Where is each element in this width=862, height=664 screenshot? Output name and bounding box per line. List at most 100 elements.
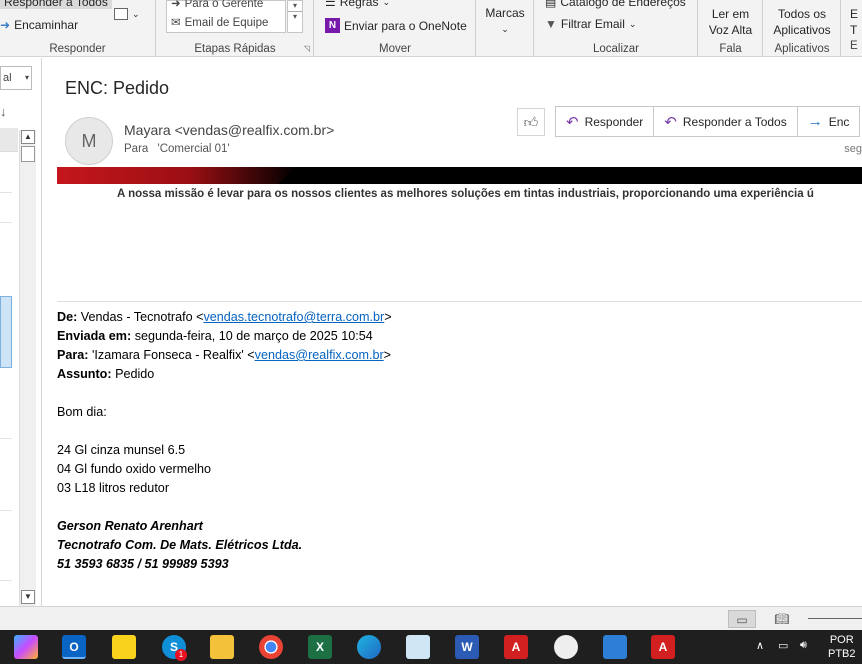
quick-step-team-email[interactable]: ✉ Email de Equipe (167, 15, 285, 31)
chrome-icon[interactable] (259, 635, 283, 659)
forward-icon: ➜ (0, 18, 11, 32)
onenote-button[interactable]: N Enviar para o OneNote (325, 18, 467, 33)
reply-all-label: Responder a Todos (682, 114, 787, 129)
status-bar: ▭ 📖︎ (0, 606, 862, 630)
avatar: M (65, 117, 113, 165)
quick-step-manager[interactable]: ➜ Para o Gerente (167, 0, 285, 12)
acrobat-reader-icon[interactable]: A (651, 635, 675, 659)
reply-button[interactable]: ↶ Responder (556, 107, 655, 136)
photos-icon[interactable] (603, 635, 627, 659)
control-panel-icon[interactable] (406, 635, 430, 659)
read-aloud-button[interactable]: Ler em Voz Alta (699, 6, 762, 38)
sent-label: Enviada em: (57, 329, 132, 343)
from-email-link[interactable]: vendas.tecnotrafo@terra.com.br (203, 310, 384, 324)
sort-arrow-icon[interactable]: ↓ (0, 104, 7, 119)
all-apps-button[interactable]: Todos os Aplicativos (764, 6, 840, 38)
expand-icon: ▾ (288, 11, 302, 22)
sent-date: seg (844, 143, 862, 155)
signature-name: Gerson Renato Arenhart (57, 519, 203, 533)
message-body: De: Vendas - Tecnotrafo <vendas.tecnotra… (57, 308, 392, 574)
volume-icon[interactable]: 🔊︎ (800, 639, 807, 652)
sender-name[interactable]: Mayara <vendas@realfix.com.br> (124, 122, 334, 138)
reply-all-button[interactable]: Responder a Todos (0, 0, 112, 9)
file-explorer-icon[interactable] (210, 635, 234, 659)
scroll-up-icon[interactable]: ▲ (21, 130, 35, 144)
subject-line: Assunto: Pedido (57, 365, 392, 384)
selected-message-item[interactable] (0, 296, 12, 368)
normal-view-icon[interactable]: ▭ (728, 610, 756, 628)
order-line: 04 Gl fundo oxido vermelho (57, 462, 212, 476)
recipient-line: Para 'Comercial 01' (124, 143, 230, 155)
copilot-icon[interactable] (14, 635, 38, 659)
scroll-down-icon[interactable]: ▼ (21, 590, 35, 604)
network-icon[interactable]: ▭ (778, 639, 788, 652)
read-aloud-label-2: Voz Alta (708, 23, 753, 37)
language-indicator[interactable]: POR PTB2 (828, 633, 856, 661)
message-subject: ENC: Pedido (65, 78, 170, 98)
sticky-notes-icon[interactable] (112, 635, 136, 659)
read-aloud-label-1: Ler em (711, 7, 750, 21)
scroll-down-icon: ▾ (292, 1, 297, 10)
outlook-icon[interactable]: O (62, 635, 86, 659)
group-quick-steps: ➜ Para o Gerente ✉ Email de Equipe ▾ ▾ E… (157, 0, 314, 57)
group-marcas: Marcas ⌄ (477, 0, 534, 57)
list-divider (0, 192, 12, 193)
forward-icon: → (807, 113, 823, 130)
reply-all-button[interactable]: ↶ Responder a Todos (654, 107, 798, 136)
scroll-thumb[interactable] (21, 146, 35, 162)
email-icon: ✉ (171, 17, 181, 29)
message-list-scrollbar[interactable]: ▲ ▼ (19, 130, 36, 606)
rules-label: Regras (339, 0, 379, 9)
forward-button[interactable]: → Enc (798, 107, 860, 136)
to-label: Para (124, 143, 149, 155)
from-name: Vendas - Tecnotrafo < (80, 310, 204, 324)
cut-off-label-2: T (850, 23, 858, 37)
group-label-aplicativos: Aplicativos (774, 43, 830, 55)
quick-steps-gallery: ➜ Para o Gerente ✉ Email de Equipe (166, 0, 286, 33)
network-app-icon[interactable] (554, 635, 578, 659)
chevron-down-icon: ⌄ (501, 24, 509, 34)
rules-button[interactable]: ☰ Regras ⌄ (325, 0, 390, 9)
list-divider (0, 580, 12, 581)
greeting: Bom dia: (57, 405, 107, 419)
from-label: De: (57, 310, 78, 324)
thumbs-up-icon: 👍︎ (523, 114, 539, 130)
group-aplicativos: Todos os Aplicativos Aplicativos (764, 0, 841, 57)
to-email-link[interactable]: vendas@realfix.com.br (255, 348, 384, 362)
onenote-label: Enviar para o OneNote (344, 18, 467, 33)
cut-off-group[interactable]: E T E (850, 6, 858, 54)
filter-icon: ▼ (545, 17, 557, 31)
forward-button[interactable]: ➜ Encaminhar (0, 18, 78, 32)
group-label-fala: Fala (719, 43, 742, 55)
arrow-icon: ➜ (171, 0, 181, 10)
acrobat-icon[interactable]: A (504, 635, 528, 659)
tray-chevron-icon[interactable]: ∧ (756, 639, 764, 652)
word-icon[interactable]: W (455, 635, 479, 659)
more-respond-button[interactable]: ⌄ (114, 8, 140, 20)
subject-label: Assunto: (57, 367, 112, 381)
signature-phone: 51 3593 6835 / 51 99989 5393 (57, 557, 229, 571)
message-list-pane: al ▾ ↓ ▲ ▼ (0, 58, 42, 606)
view-filter-dropdown[interactable]: al ▾ (0, 66, 32, 90)
to-value[interactable]: 'Comercial 01' (158, 143, 230, 155)
filter-email-button[interactable]: ▼ Filtrar Email ⌄ (545, 17, 636, 31)
zoom-slider[interactable] (808, 618, 862, 619)
address-book-icon: ▤ (545, 0, 557, 9)
to-name: 'Izamara Fonseca - Realfix' < (92, 348, 255, 362)
edge-icon[interactable] (357, 635, 381, 659)
address-book-button[interactable]: ▤ Catálogo de Endereços (545, 0, 686, 9)
forward-label: Encaminhar (14, 18, 79, 32)
taskbar: O S 1 X W A A ∧ ▭ 🔊︎ POR PTB2 (0, 630, 862, 664)
address-book-label: Catálogo de Endereços (560, 0, 686, 9)
like-button[interactable]: 👍︎ (517, 108, 545, 136)
to-close: > (383, 348, 392, 362)
group-mover: ☰ Regras ⌄ N Enviar para o OneNote Mover (315, 0, 476, 57)
tags-button[interactable]: Marcas ⌄ (477, 5, 533, 37)
all-apps-label-1: Todos os (777, 7, 827, 21)
dialog-launcher-icon[interactable]: ◹ (304, 44, 310, 53)
chevron-down-icon: ⌄ (132, 8, 140, 19)
tags-label: Marcas (485, 6, 525, 20)
reading-view-icon[interactable]: 📖︎ (768, 610, 796, 628)
excel-icon[interactable]: X (308, 635, 332, 659)
quick-steps-scroll[interactable]: ▾ ▾ (287, 0, 303, 33)
